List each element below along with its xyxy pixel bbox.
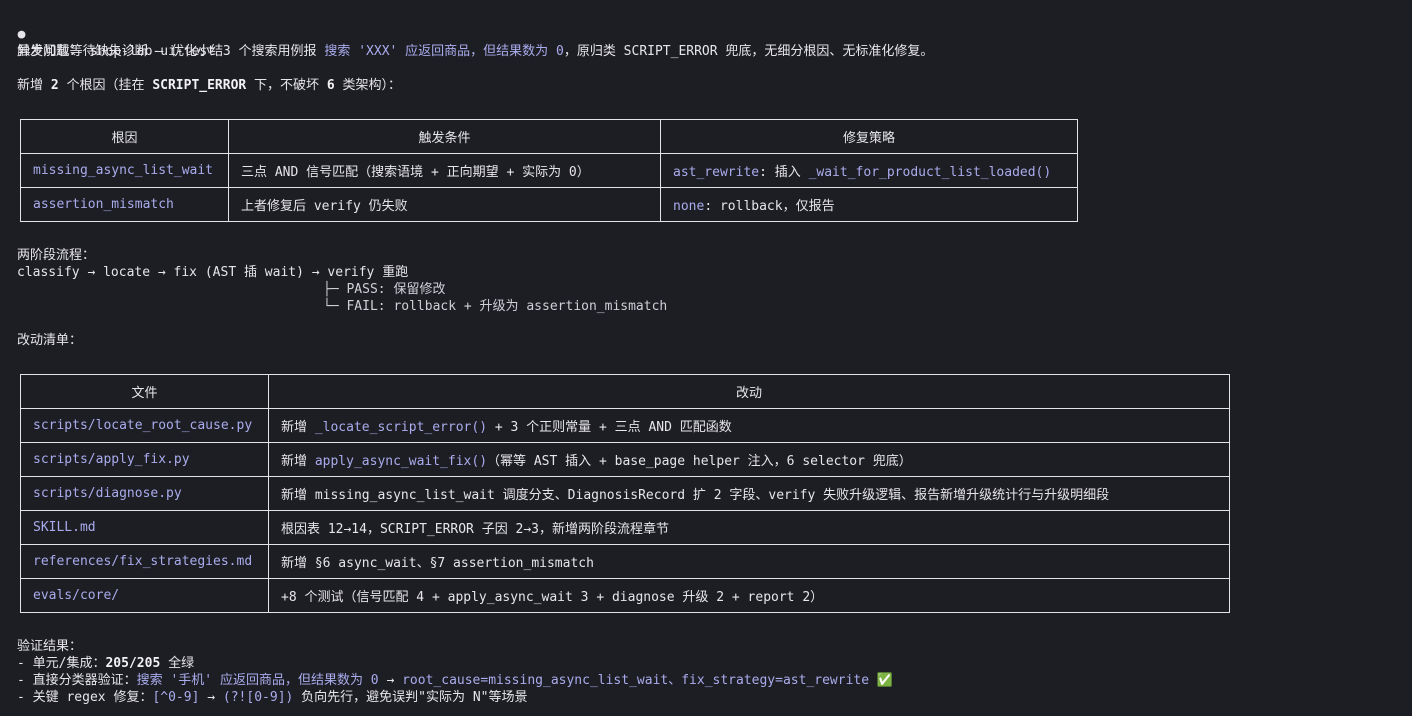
root-cause-table: 根因 触发条件 修复策略 missing_async_list_wait 三点 … <box>20 119 1078 222</box>
regex-new: (?![0-9]) <box>222 690 294 705</box>
new-causes-six: 6 <box>326 78 335 93</box>
file-cell: scripts/locate_root_cause.py <box>20 408 269 443</box>
table-header-row: 文件 改动 <box>20 374 1230 409</box>
trigger-text: shop-lab-ui-test 3 个搜索用例报 <box>82 44 325 59</box>
change-code: apply_async_wait_fix() <box>314 454 488 469</box>
strategy-key: none <box>673 199 705 214</box>
verify-unit-line: - 单元/集成：205/205 全绿 <box>17 655 194 672</box>
new-causes-category: SCRIPT_ERROR <box>152 78 247 93</box>
strategy-text: : rollback，仅报告 <box>704 199 835 214</box>
flow-title: 两阶段流程： <box>17 248 96 263</box>
trigger-problem: 触发问题： shop-lab-ui-test 3 个搜索用例报 搜索 'XXX'… <box>17 43 933 60</box>
new-causes-text-4: 类架构）： <box>334 78 402 93</box>
table-row: assertion_mismatch 上者修复后 verify 仍失败 none… <box>20 187 1078 222</box>
change-text-tail: + 3 个正则常量 + 三点 AND 匹配函数 <box>487 420 732 435</box>
new-causes-count: 2 <box>50 78 59 93</box>
verify-classifier-result: root_cause=missing_async_list_wait、fix_s… <box>402 673 870 688</box>
change-text: 新增 <box>281 454 315 469</box>
strategy-key: ast_rewrite <box>673 165 760 180</box>
regex-old: [^0-9] <box>152 690 200 705</box>
change-code: _locate_script_error() <box>314 420 488 435</box>
strategy-code: _wait_for_product_list_loaded() <box>808 165 1052 180</box>
col-header-file: 文件 <box>20 374 269 409</box>
col-header-cause: 根因 <box>20 119 229 154</box>
changes-table: 文件 改动 scripts/locate_root_cause.py 新增 _l… <box>20 374 1230 613</box>
strategy-cell: ast_rewrite: 插入 _wait_for_product_list_l… <box>660 153 1078 188</box>
col-header-strategy: 修复策略 <box>660 119 1078 154</box>
table-row: scripts/diagnose.py 新增 missing_async_lis… <box>20 476 1230 511</box>
verify-unit-count: 205/205 <box>105 656 161 671</box>
strategy-cell: none: rollback，仅报告 <box>660 187 1078 222</box>
file-cell: references/fix_strategies.md <box>20 544 269 579</box>
change-text: 新增 <box>281 420 315 435</box>
change-cell: 新增 apply_async_wait_fix()（幂等 AST 插入 + ba… <box>268 442 1230 477</box>
strategy-text: : 插入 <box>759 165 809 180</box>
condition-cell: 三点 AND 信号匹配（搜索语境 + 正向期望 + 实际为 0） <box>228 153 661 188</box>
bullet-icon: ● <box>17 27 26 42</box>
new-causes-text-2: 个根因（挂在 <box>58 78 153 93</box>
verify-unit-label: - 单元/集成： <box>17 656 106 671</box>
table-row: SKILL.md 根因表 12→14，SCRIPT_ERROR 子因 2→3，新… <box>20 510 1230 545</box>
check-icon: ✅ <box>869 673 894 688</box>
verify-regex-label: - 关键 regex 修复： <box>17 690 153 705</box>
flow-branch-pass: ├─ PASS: 保留修改 <box>323 282 446 297</box>
change-cell: 新增 §6 async_wait、§7 assertion_mismatch <box>268 544 1230 579</box>
change-cell: 根因表 12→14，SCRIPT_ERROR 子因 2→3，新增两阶段流程章节 <box>268 510 1230 545</box>
verify-unit-status: 全绿 <box>160 656 195 671</box>
trigger-error-message: 搜索 'XXX' 应返回商品，但结果数为 0 <box>324 44 564 59</box>
flow-main: classify → locate → fix (AST 插 wait) → v… <box>17 265 409 280</box>
file-cell: scripts/apply_fix.py <box>20 442 269 477</box>
verify-title: 验证结果： <box>17 639 83 654</box>
arrow-icon: → <box>378 673 403 688</box>
table-row: references/fix_strategies.md 新增 §6 async… <box>20 544 1230 579</box>
trigger-text-tail: ，原归类 SCRIPT_ERROR 兜底，无细分根因、无标准化修复。 <box>563 44 934 59</box>
new-causes-summary: 新增 2 个根因（挂在 SCRIPT_ERROR 下，不破坏 6 类架构）： <box>17 77 401 94</box>
file-cell: SKILL.md <box>20 510 269 545</box>
table-row: evals/core/ +8 个测试（信号匹配 4 + apply_async_… <box>20 578 1230 613</box>
trigger-label: 触发问题： <box>17 44 83 59</box>
verify-regex-note: 负向先行，避免误判"实际为 N"等场景 <box>293 690 528 705</box>
table-header-row: 根因 触发条件 修复策略 <box>20 119 1078 154</box>
change-cell: +8 个测试（信号匹配 4 + apply_async_wait 3 + dia… <box>268 578 1230 613</box>
changes-title: 改动清单： <box>17 333 83 348</box>
verify-classifier-query: 搜索 '手机' 应返回商品，但结果数为 0 <box>136 673 379 688</box>
col-header-condition: 触发条件 <box>228 119 661 154</box>
change-cell: 新增 _locate_script_error() + 3 个正则常量 + 三点… <box>268 408 1230 443</box>
verify-regex-line: - 关键 regex 修复：[^0-9] → (?![0-9]) 负向先行，避免… <box>17 689 528 706</box>
table-row: scripts/apply_fix.py 新增 apply_async_wait… <box>20 442 1230 477</box>
change-text-tail: （幂等 AST 插入 + base_page helper 注入，6 selec… <box>487 454 912 469</box>
verify-classifier-line: - 直接分类器验证：搜索 '手机' 应返回商品，但结果数为 0 → root_c… <box>17 672 893 689</box>
arrow-icon: → <box>199 690 223 705</box>
file-cell: scripts/diagnose.py <box>20 476 269 511</box>
new-causes-text-3: 下，不破坏 <box>246 78 327 93</box>
col-header-change: 改动 <box>268 374 1230 409</box>
cause-cell: missing_async_list_wait <box>20 153 229 188</box>
flow-branch-fail: └─ FAIL: rollback + 升级为 assertion_mismat… <box>323 299 668 314</box>
file-cell: evals/core/ <box>20 578 269 613</box>
new-causes-text: 新增 <box>17 78 51 93</box>
table-row: missing_async_list_wait 三点 AND 信号匹配（搜索语境… <box>20 153 1078 188</box>
change-cell: 新增 missing_async_list_wait 调度分支、Diagnosi… <box>268 476 1230 511</box>
condition-cell: 上者修复后 verify 仍失败 <box>228 187 661 222</box>
table-row: scripts/locate_root_cause.py 新增 _locate_… <box>20 408 1230 443</box>
cause-cell: assertion_mismatch <box>20 187 229 222</box>
verify-classifier-label: - 直接分类器验证： <box>17 673 137 688</box>
